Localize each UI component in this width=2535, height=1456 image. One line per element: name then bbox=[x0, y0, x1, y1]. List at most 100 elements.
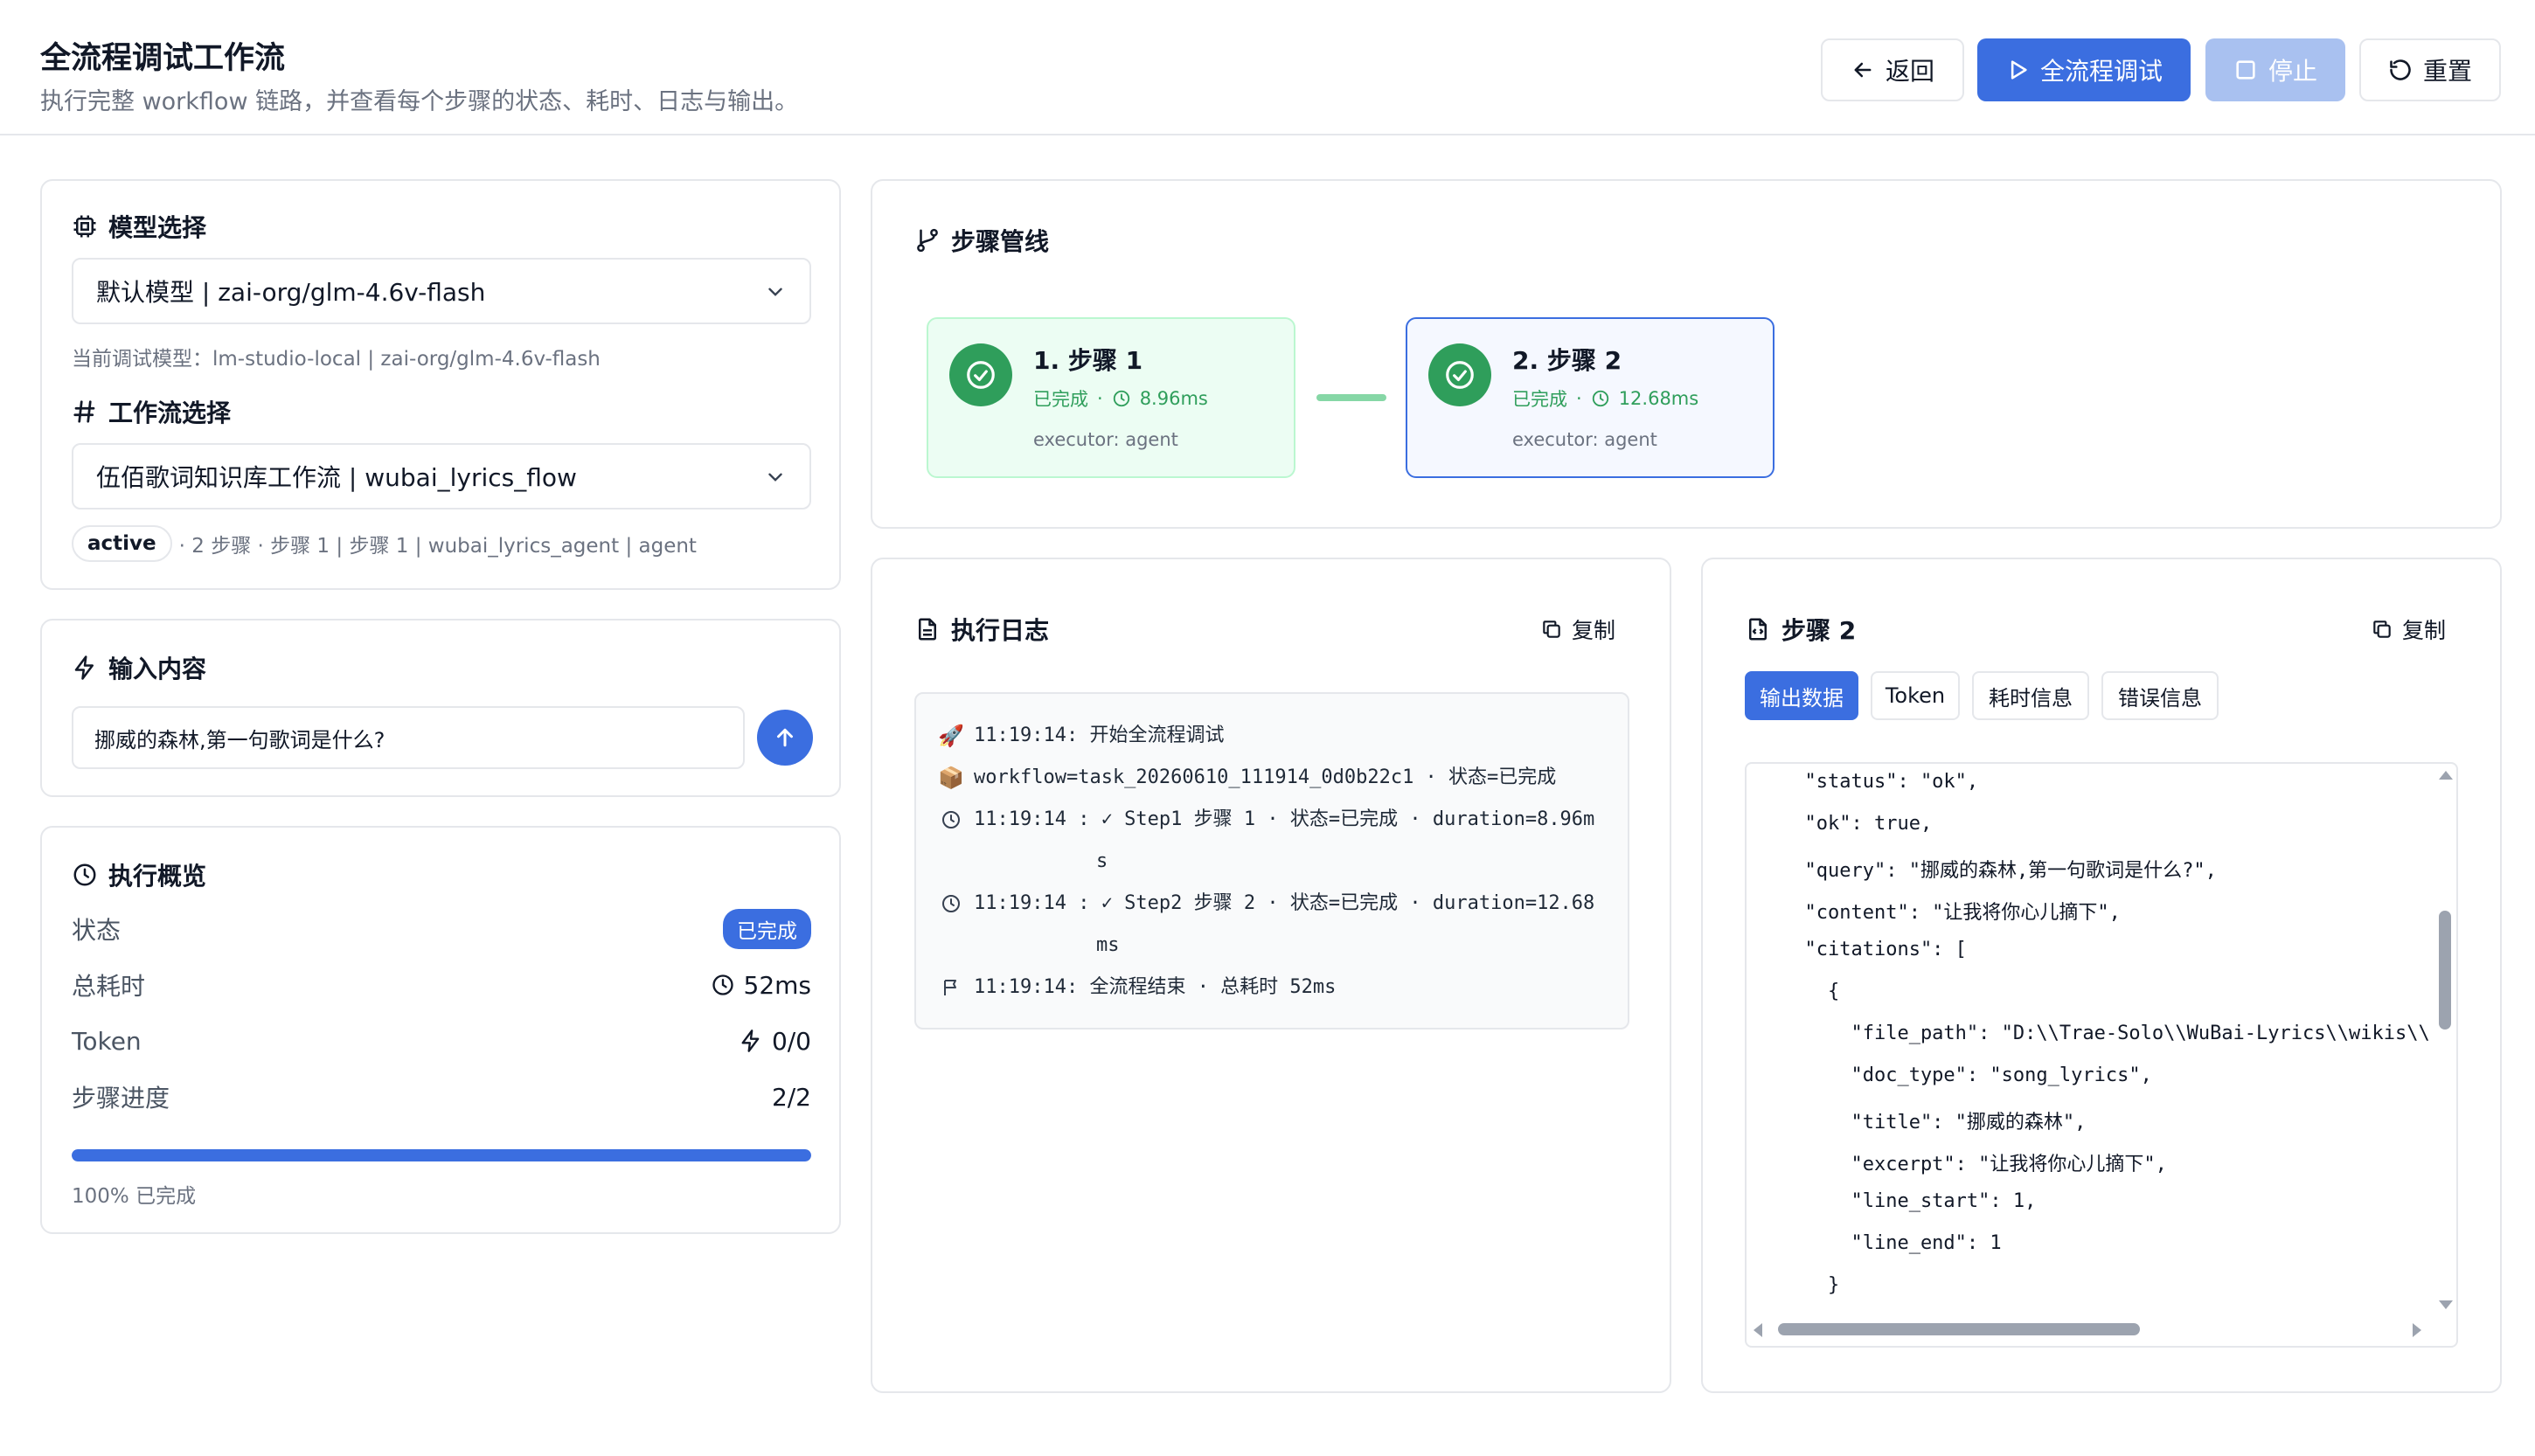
model-section-title: 模型选择 bbox=[72, 209, 206, 244]
model-select[interactable]: 默认模型 | zai-org/glm-4.6v-flash bbox=[72, 258, 811, 324]
step-detail-card: 步骤 2 复制 输出数据 Token 耗时信息 错误信息 "status": "… bbox=[1701, 558, 2502, 1393]
reset-button[interactable]: 重置 bbox=[2359, 38, 2501, 101]
pipeline-card: 步骤管线 1. 步骤 1 已完成 · 8.96ms executor: agen… bbox=[871, 179, 2502, 529]
stop-button-label: 停止 bbox=[2268, 57, 2317, 86]
zap-icon bbox=[74, 655, 94, 680]
copy-output-button[interactable]: 复制 bbox=[2371, 614, 2446, 645]
log-section-title: 执行日志 bbox=[914, 612, 1049, 647]
step-done-circle bbox=[949, 343, 1012, 406]
horizontal-scrollbar-thumb[interactable] bbox=[1778, 1323, 2140, 1335]
workflow-status-badge: active bbox=[72, 525, 172, 562]
question-input[interactable]: 挪威的森林,第一句歌词是什么? bbox=[72, 706, 745, 769]
back-button[interactable]: 返回 bbox=[1821, 38, 1964, 101]
clock-icon bbox=[73, 863, 96, 886]
file-code-icon bbox=[1749, 618, 1767, 641]
detail-section-title: 步骤 2 bbox=[1745, 612, 1856, 647]
log-line: 📦 workflow=task_20260610_111914_0d0b22c1… bbox=[938, 757, 1556, 799]
config-card: 模型选择 默认模型 | zai-org/glm-4.6v-flash 当前调试模… bbox=[40, 179, 841, 590]
step-name: 1. 步骤 1 bbox=[1033, 346, 1143, 375]
log-line: 11:19:14 : ✓ Step1 步骤 1 · 状态=已完成 · durat… bbox=[939, 799, 1594, 841]
tab-timing[interactable]: 耗时信息 bbox=[1972, 671, 2089, 720]
run-button-label: 全流程调试 bbox=[2039, 57, 2163, 86]
vertical-scrollbar-thumb[interactable] bbox=[2439, 911, 2451, 1030]
step-done-circle bbox=[1428, 343, 1491, 406]
json-line: "excerpt": "让我将你心儿摘下", bbox=[1781, 1154, 2167, 1175]
cpu-icon bbox=[73, 215, 96, 238]
json-line: "file_path": "D:\\Trae-Solo\\WuBai-Lyric… bbox=[1781, 1023, 2430, 1044]
json-line: "content": "让我将你心儿摘下", bbox=[1781, 902, 2121, 924]
copy-log-button[interactable]: 复制 bbox=[1540, 614, 1615, 645]
page-title: 全流程调试工作流 bbox=[40, 41, 286, 76]
json-line: "title": "挪威的森林", bbox=[1781, 1112, 2087, 1134]
model-hint: 当前调试模型：lm-studio-local | zai-org/glm-4.6… bbox=[72, 348, 601, 371]
scroll-right-arrow[interactable] bbox=[2413, 1323, 2421, 1337]
overview-token-row: Token 0/0 bbox=[72, 1026, 811, 1056]
clock-icon bbox=[1113, 390, 1129, 407]
scroll-up-arrow[interactable] bbox=[2439, 771, 2453, 780]
progress-bar bbox=[72, 1149, 811, 1161]
log-output: 🚀 11:19:14: 开始全流程调试 📦 workflow=task_2026… bbox=[914, 692, 1629, 1030]
arrow-left-icon bbox=[1854, 62, 1872, 78]
overview-status-row: 状态 已完成 bbox=[72, 909, 811, 949]
log-line: 11:19:14: 全流程结束 · 总耗时 52ms bbox=[939, 967, 1336, 1009]
progress-text: 100% 已完成 bbox=[72, 1185, 197, 1208]
arrow-up-icon bbox=[777, 728, 793, 747]
git-branch-icon bbox=[917, 228, 938, 253]
step-name: 2. 步骤 2 bbox=[1512, 346, 1622, 375]
step-executor: executor: agent bbox=[1512, 429, 1657, 450]
tab-token[interactable]: Token bbox=[1871, 671, 1960, 720]
clock-icon bbox=[1592, 390, 1608, 407]
zap-icon bbox=[741, 1030, 760, 1052]
workflow-hint: · 2 步骤 · 步骤 1 | 步骤 1 | wubai_lyrics_agen… bbox=[178, 535, 697, 558]
step-executor: executor: agent bbox=[1033, 429, 1178, 450]
file-text-icon bbox=[919, 618, 936, 641]
pipeline-step-2[interactable]: 2. 步骤 2 已完成 · 12.68ms executor: agent bbox=[1406, 317, 1774, 478]
chevron-down-icon bbox=[768, 473, 782, 482]
json-line: "doc_type": "song_lyrics", bbox=[1781, 1064, 2152, 1086]
json-line: { bbox=[1781, 981, 1840, 1002]
flag-icon bbox=[939, 967, 963, 1009]
copy-icon bbox=[1543, 621, 1560, 638]
pipeline-section-title: 步骤管线 bbox=[914, 223, 1049, 258]
scroll-down-arrow[interactable] bbox=[2439, 1300, 2453, 1309]
json-line: "citations": [ bbox=[1781, 939, 1967, 960]
log-line: 🚀 11:19:14: 开始全流程调试 bbox=[938, 715, 1224, 757]
json-line: "query": "挪威的森林,第一句歌词是什么?", bbox=[1781, 860, 2217, 882]
input-section-title: 输入内容 bbox=[72, 650, 206, 685]
tab-errors[interactable]: 错误信息 bbox=[2101, 671, 2219, 720]
workflow-select[interactable]: 伍佰歌词知识库工作流 | wubai_lyrics_flow bbox=[72, 443, 811, 510]
pipeline-step-1[interactable]: 1. 步骤 1 已完成 · 8.96ms executor: agent bbox=[927, 317, 1295, 478]
back-button-label: 返回 bbox=[1885, 57, 1934, 86]
reset-button-label: 重置 bbox=[2422, 57, 2472, 86]
tab-output[interactable]: 输出数据 bbox=[1745, 671, 1858, 720]
page-subtitle: 执行完整 workflow 链路，并查看每个步骤的状态、耗时、日志与输出。 bbox=[40, 88, 799, 115]
scroll-left-arrow[interactable] bbox=[1754, 1323, 1762, 1337]
refresh-icon bbox=[2390, 59, 2411, 80]
stop-icon bbox=[2236, 60, 2255, 80]
json-line: "status": "ok", bbox=[1781, 771, 1979, 793]
clock-icon bbox=[939, 799, 963, 841]
package-icon: 📦 bbox=[938, 766, 964, 790]
log-line: s bbox=[1096, 850, 1108, 872]
clock-icon bbox=[939, 883, 963, 925]
json-line: "line_start": 1, bbox=[1781, 1190, 2037, 1212]
chevron-down-icon bbox=[768, 288, 782, 296]
json-output[interactable]: "status": "ok", "ok": true, "query": "挪威… bbox=[1745, 762, 2458, 1348]
input-card: 输入内容 挪威的森林,第一句歌词是什么? bbox=[40, 619, 841, 797]
status-badge: 已完成 bbox=[723, 909, 811, 949]
send-button[interactable] bbox=[757, 710, 813, 766]
clock-icon bbox=[712, 974, 733, 995]
stop-button[interactable]: 停止 bbox=[2205, 38, 2345, 101]
log-line: ms bbox=[1096, 934, 1120, 956]
overview-progress-row: 步骤进度 2/2 bbox=[72, 1082, 811, 1113]
progress-bar-fill bbox=[72, 1149, 811, 1161]
log-card: 执行日志 复制 🚀 11:19:14: 开始全流程调试 📦 workflow=t… bbox=[871, 558, 1671, 1393]
check-circle-icon bbox=[967, 361, 995, 389]
json-line: "ok": true, bbox=[1781, 813, 1933, 835]
play-icon bbox=[2011, 60, 2027, 80]
run-full-flow-button[interactable]: 全流程调试 bbox=[1977, 38, 2191, 101]
step-meta: 已完成 · 12.68ms bbox=[1512, 388, 1699, 410]
workflow-meta: active · 2 步骤 · 步骤 1 | 步骤 1 | wubai_lyri… bbox=[72, 525, 697, 562]
overview-section-title: 执行概览 bbox=[72, 857, 206, 892]
overview-time-row: 总耗时 52ms bbox=[72, 970, 811, 1002]
